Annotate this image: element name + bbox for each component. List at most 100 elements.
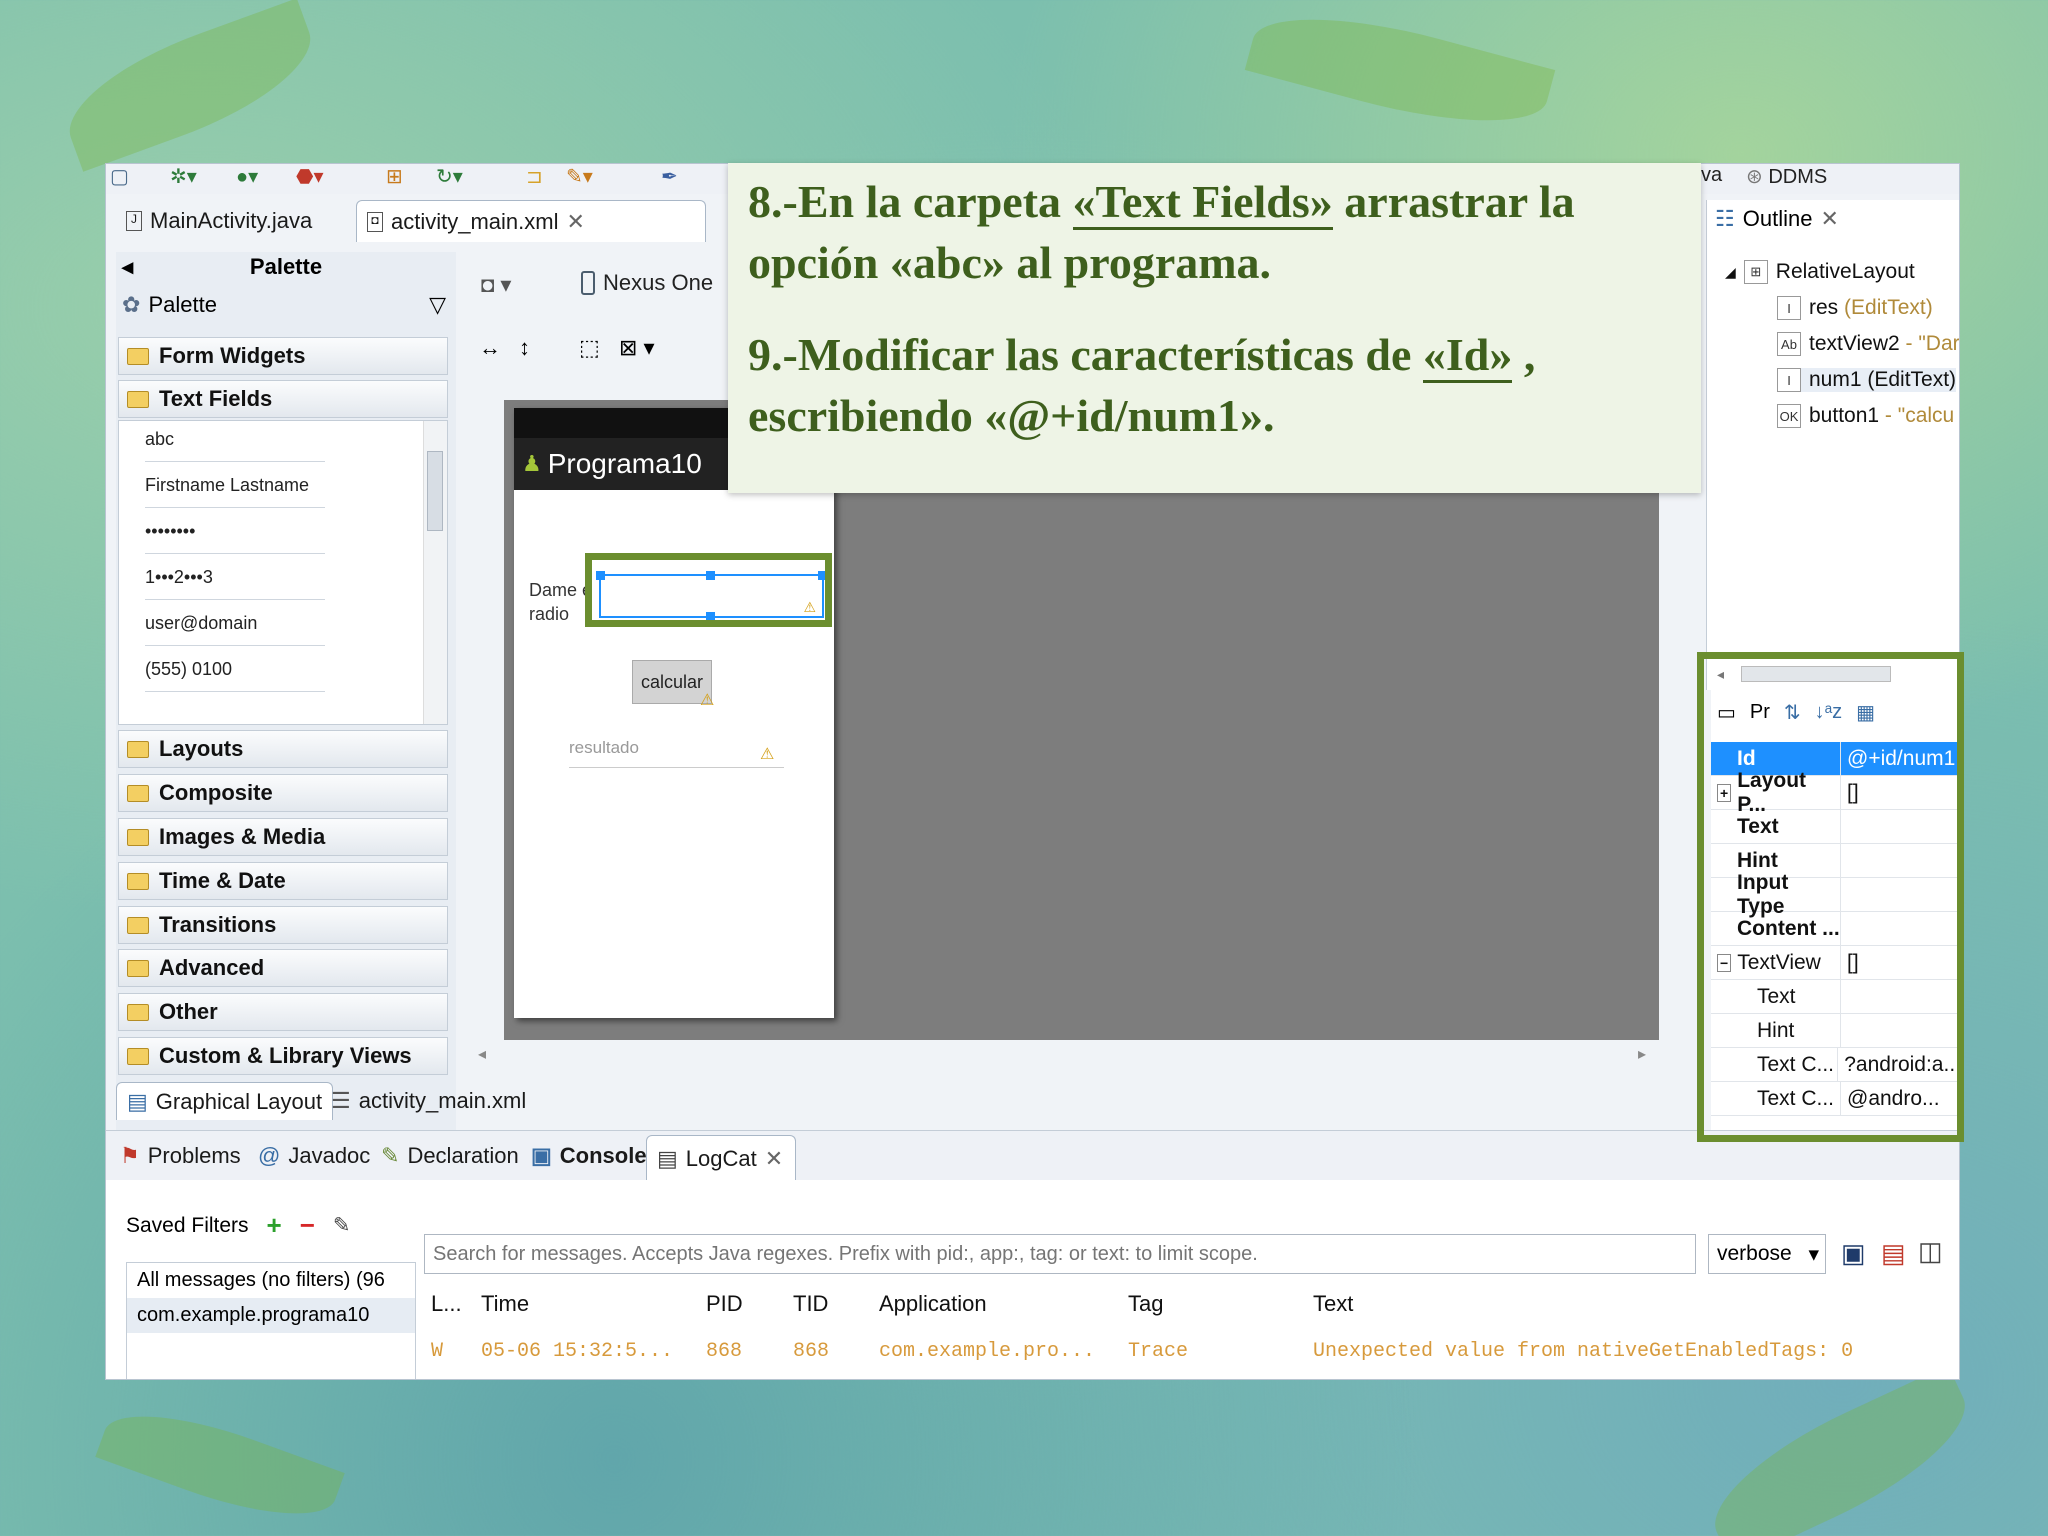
filter-item-all[interactable]: All messages (no filters) (96 xyxy=(127,1263,415,1298)
tab-javadoc[interactable]: @ Javadoc xyxy=(248,1135,380,1177)
zoom-icon[interactable]: ⊠ ▾ xyxy=(619,335,655,361)
instruction-note: 8.-En la carpeta «Text Fields» arrastrar… xyxy=(728,163,1701,493)
expand-arrow-icon[interactable]: ◢ xyxy=(1725,264,1736,281)
folder-icon xyxy=(127,1047,149,1065)
background-leaf xyxy=(1244,0,1556,148)
refresh-icon[interactable]: ↻▾ xyxy=(436,164,463,189)
saved-filters-panel: Saved Filters + − ✎ All messages (no fil… xyxy=(116,1192,416,1379)
build-icon[interactable]: ⊞ xyxy=(386,164,403,189)
run-icon[interactable]: ●▾ xyxy=(236,164,258,189)
tab-problems[interactable]: ⚑ Problems xyxy=(110,1135,251,1177)
outline-panel: ☷ Outline ✕ ◢ ⊞ RelativeLayout I res (Ed… xyxy=(1706,200,1959,690)
column-tag[interactable]: Tag xyxy=(1128,1291,1163,1317)
log-application: com.example.pro... xyxy=(879,1340,1096,1363)
folder-icon xyxy=(127,784,149,802)
toggle-panel-icon[interactable]: ◫ xyxy=(1918,1236,1943,1267)
palette-selector[interactable]: ✿ Palette ▽ xyxy=(116,288,456,322)
fit-height-icon[interactable]: ↕ xyxy=(519,335,530,361)
tab-console[interactable]: ▣ Console xyxy=(521,1135,657,1177)
chevron-down-icon[interactable]: ▽ xyxy=(429,292,446,318)
palette-scrollbar[interactable] xyxy=(423,421,447,724)
tab-graphical-layout[interactable]: ▤ Graphical Layout xyxy=(116,1082,334,1120)
log-time: 05-06 15:32:5... xyxy=(481,1340,674,1363)
device-selector[interactable]: Nexus One xyxy=(581,270,713,296)
clear-log-icon[interactable]: ▤ xyxy=(1881,1238,1906,1269)
category-form-widgets[interactable]: Form Widgets xyxy=(118,337,448,375)
collapse-arrow-icon[interactable]: ◂ xyxy=(122,254,133,280)
debug-icon[interactable]: ✲▾ xyxy=(170,164,197,189)
palette-item-email[interactable]: user@domain xyxy=(145,613,325,646)
highlight-edittext-frame xyxy=(585,553,832,627)
canvas-hscrollbar[interactable]: ◂ ▸ xyxy=(466,1044,1666,1066)
palette-item-name[interactable]: Firstname Lastname xyxy=(145,475,325,508)
highlight-properties-frame xyxy=(1697,652,1964,1142)
relative-layout-icon: ⊞ xyxy=(1743,260,1768,284)
close-icon[interactable]: ✕ xyxy=(566,209,584,235)
category-advanced[interactable]: Advanced xyxy=(118,949,448,987)
palette-item-abc[interactable]: abc xyxy=(145,429,325,462)
run-config-icon[interactable]: ⬣▾ xyxy=(296,164,324,189)
outline-root[interactable]: ◢ ⊞ RelativeLayout xyxy=(1725,260,1915,284)
tab-logcat[interactable]: ▤ LogCat ✕ xyxy=(646,1135,796,1181)
selection-icon[interactable]: ⬚ xyxy=(579,335,600,361)
text-fields-list: abc Firstname Lastname •••••••• 1•••2•••… xyxy=(118,420,448,725)
textview-label[interactable]: Dame e radio xyxy=(529,578,592,626)
outline-item-textview2[interactable]: Ab textView2 - "Dar xyxy=(1777,332,1959,356)
design-canvas[interactable]: ♟ Programa10 Dame e radio ⚠ calcular ⚠ r… xyxy=(504,400,1659,1040)
textview-icon: Ab xyxy=(1777,332,1801,356)
column-tid[interactable]: TID xyxy=(793,1291,828,1317)
add-filter-icon[interactable]: + xyxy=(267,1210,282,1241)
warning-icon: ⚠ xyxy=(700,692,715,709)
folder-icon xyxy=(127,959,149,977)
category-composite[interactable]: Composite xyxy=(118,774,448,812)
open-folder-icon[interactable]: ⊐ xyxy=(526,164,543,189)
edittext-icon: I xyxy=(1777,368,1801,392)
outline-tab[interactable]: ☷ Outline ✕ xyxy=(1715,206,1839,232)
java-perspective-label[interactable]: va xyxy=(1701,164,1722,187)
folder-icon xyxy=(127,347,149,365)
pin-icon[interactable]: ✎▾ xyxy=(566,164,593,189)
palette-item-number[interactable]: 1•••2•••3 xyxy=(145,567,325,600)
chevron-down-icon[interactable]: ▾ xyxy=(1808,1242,1819,1267)
column-level[interactable]: L... xyxy=(431,1291,462,1317)
close-icon[interactable]: ✕ xyxy=(1820,206,1838,232)
category-transitions[interactable]: Transitions xyxy=(118,906,448,944)
column-time[interactable]: Time xyxy=(481,1291,529,1317)
resultado-field[interactable]: resultado xyxy=(569,738,784,768)
close-icon[interactable]: ✕ xyxy=(765,1146,783,1172)
config-icon[interactable]: ◘ ▾ xyxy=(481,272,511,298)
tab-xml-source[interactable]: ☰ activity_main.xml xyxy=(321,1082,536,1120)
fit-width-icon[interactable]: ↔ xyxy=(479,335,501,361)
column-pid[interactable]: PID xyxy=(706,1291,743,1317)
category-other[interactable]: Other xyxy=(118,993,448,1031)
category-images-media[interactable]: Images & Media xyxy=(118,818,448,856)
column-application[interactable]: Application xyxy=(879,1291,987,1317)
column-text[interactable]: Text xyxy=(1313,1291,1353,1317)
tab-mainactivity-java[interactable]: J MainActivity.java xyxy=(116,200,322,242)
background-leaf xyxy=(95,1391,345,1536)
palette-header: ◂ Palette xyxy=(122,254,323,280)
outline-item-button1[interactable]: OK button1 - "calcu xyxy=(1777,404,1954,428)
edit-filter-icon[interactable]: ✎ xyxy=(333,1213,351,1238)
category-layouts[interactable]: Layouts xyxy=(118,730,448,768)
tool-icon[interactable]: ✒ xyxy=(661,164,678,189)
category-time-date[interactable]: Time & Date xyxy=(118,862,448,900)
palette-item-phone[interactable]: (555) 0100 xyxy=(145,659,325,692)
tab-activity-main-xml[interactable]: ◘ activity_main.xml ✕ xyxy=(356,200,706,242)
remove-filter-icon[interactable]: − xyxy=(300,1210,315,1241)
logcat-icon: ▤ xyxy=(657,1145,678,1171)
category-text-fields[interactable]: Text Fields xyxy=(118,380,448,418)
xml-source-icon: ☰ xyxy=(331,1088,351,1113)
category-custom-library-views[interactable]: Custom & Library Views xyxy=(118,1037,448,1075)
filter-item-app[interactable]: com.example.programa10 xyxy=(127,1298,415,1333)
outline-item-res[interactable]: I res (EditText) xyxy=(1777,296,1933,320)
scrollbar-thumb[interactable] xyxy=(427,451,443,531)
log-level-select[interactable]: verbose ▾ xyxy=(1708,1234,1826,1274)
ddms-perspective[interactable]: ⊛ DDMS xyxy=(1746,164,1827,189)
palette-item-password[interactable]: •••••••• xyxy=(145,521,325,554)
outline-item-num1[interactable]: I num1 (EditText) xyxy=(1777,368,1957,392)
tab-declaration[interactable]: ✎ Declaration xyxy=(371,1135,529,1177)
log-search-input[interactable] xyxy=(424,1234,1696,1274)
save-log-icon[interactable]: ▣ xyxy=(1841,1238,1866,1269)
new-file-icon[interactable]: ▢ xyxy=(110,164,129,189)
